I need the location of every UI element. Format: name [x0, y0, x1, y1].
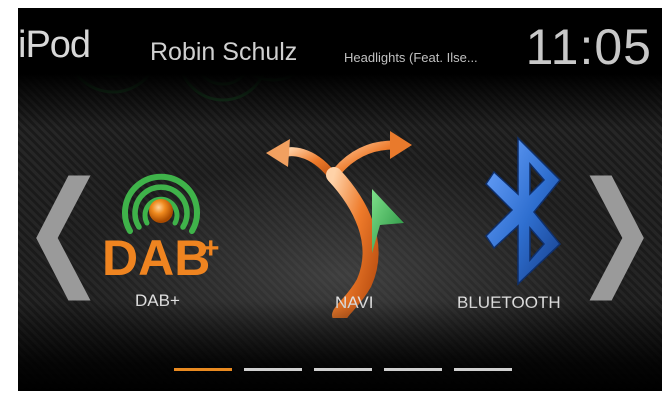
page-indicator-dot[interactable]	[244, 368, 302, 371]
artist-name: Robin Schulz	[150, 38, 298, 66]
home-screen: iPod Robin Schulz Headlights (Feat. Ilse…	[18, 8, 662, 391]
clock: 11:05	[525, 19, 652, 75]
next-page-button[interactable]: ❯	[574, 166, 658, 291]
dab-logo-plus: +	[202, 232, 220, 265]
bluetooth-icon	[485, 136, 562, 286]
navigation-arrows-icon	[266, 131, 412, 318]
app-bluetooth[interactable]: BLUETOOTH	[456, 132, 586, 312]
page-indicator-dot[interactable]	[174, 368, 232, 371]
page-indicator-dot[interactable]	[314, 368, 372, 371]
page-indicator-dot[interactable]	[384, 368, 442, 371]
page-indicator-dot[interactable]	[454, 368, 512, 371]
dab-logo-text: DAB	[102, 230, 210, 283]
page-indicator	[174, 368, 512, 371]
dab-radio-icon: DAB +	[102, 173, 220, 283]
source-name[interactable]: iPod	[18, 24, 91, 67]
app-navi[interactable]: NAVI	[254, 123, 424, 318]
footer-fade	[18, 301, 662, 391]
track-title: Headlights (Feat. Ilse...	[344, 50, 478, 65]
app-dab[interactable]: DAB + DAB+	[86, 153, 236, 313]
